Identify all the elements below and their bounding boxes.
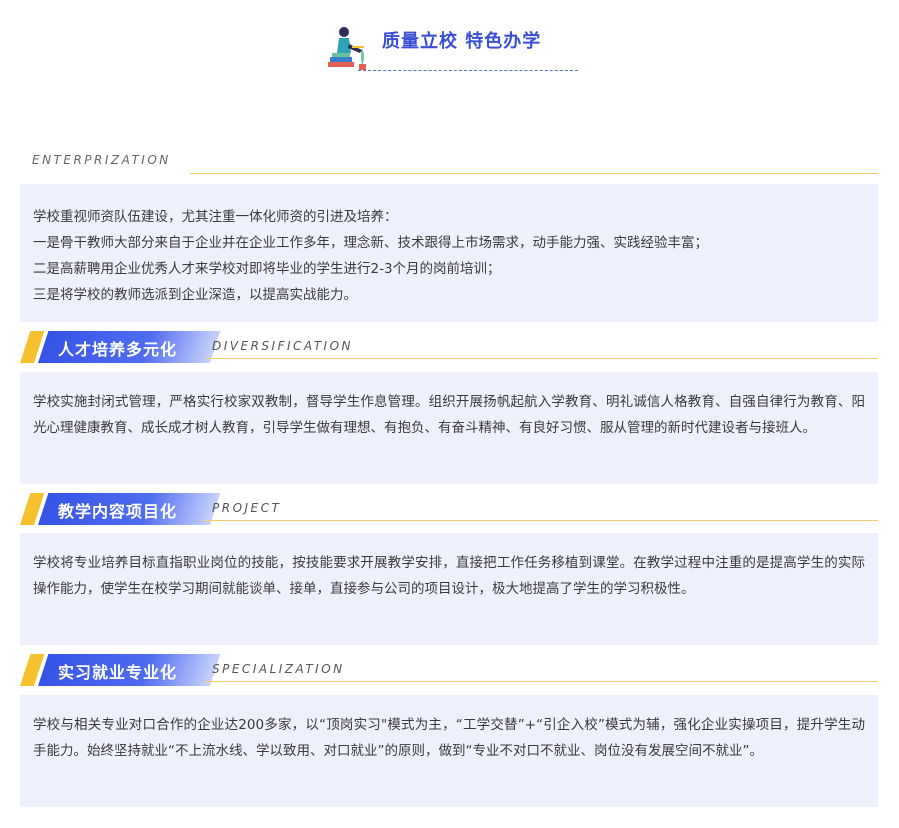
section-en-label: DIVERSIFICATION: [212, 339, 354, 353]
paragraph: 学校与相关专业对口合作的企业达200多家，以“顶岗实习"模式为主，“工学交替”+…: [33, 717, 865, 759]
paragraph-line: 一是骨干教师大部分来自于企业并在企业工作多年，理念新、技术跟得上市场需求，动手能…: [33, 235, 708, 251]
section-tab: 实习就业专业化: [20, 654, 221, 686]
content-box: 学校实施封闭式管理，严格实行校家双教制，督导学生作息管理。组织开展扬帆起航入学教…: [20, 372, 878, 484]
section-title: 人才培养多元化: [58, 340, 178, 359]
section-tab: 人才培养多元化: [20, 331, 221, 363]
content-box: 学校与相关专业对口合作的企业达200多家，以“顶岗实习"模式为主，“工学交替”+…: [20, 695, 878, 807]
content-box: 学校将专业培养目标直指职业岗位的技能，按技能要求开展教学安排，直接把工作任务移植…: [20, 533, 878, 645]
section-title: 实习就业专业化: [58, 663, 178, 682]
section-en-label: ENTERPRIZATION: [32, 153, 171, 167]
section-en-label: SPECIALIZATION: [212, 662, 345, 676]
page-header: 质量立校 特色办学: [0, 0, 899, 80]
content-box: 学校重视师资队伍建设，尤其注重一体化师资的引进及培养： 一是骨干教师大部分来自于…: [20, 184, 878, 322]
paragraph: 学校将专业培养目标直指职业岗位的技能，按技能要求开展教学安排，直接把工作任务移植…: [33, 555, 865, 597]
gold-divider: [205, 520, 878, 521]
reading-person-illustration-icon: [328, 27, 366, 70]
title-divider: [358, 70, 578, 71]
section-tab: 教学内容项目化: [20, 493, 221, 525]
page-title: 质量立校 特色办学: [382, 31, 542, 52]
paragraph-line: 学校重视师资队伍建设，尤其注重一体化师资的引进及培养：: [33, 209, 398, 225]
paragraph-line: 二是高薪聘用企业优秀人才来学校对即将毕业的学生进行2-3个月的岗前培训；: [33, 261, 501, 277]
paragraph: 学校实施封闭式管理，严格实行校家双教制，督导学生作息管理。组织开展扬帆起航入学教…: [33, 394, 865, 436]
paragraph-line: 三是将学校的教师选派到企业深造，以提高实战能力。: [33, 287, 357, 303]
gold-divider: [190, 173, 878, 174]
section-title: 教学内容项目化: [58, 502, 178, 521]
section-en-label: PROJECT: [212, 501, 282, 515]
gold-divider: [205, 681, 878, 682]
gold-divider: [205, 358, 878, 359]
